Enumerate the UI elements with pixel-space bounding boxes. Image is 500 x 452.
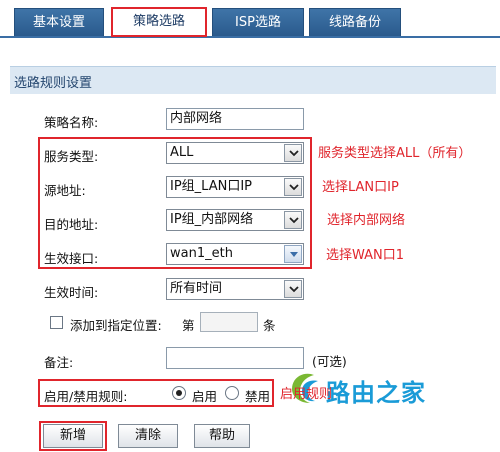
section-header: 选路规则设置	[10, 66, 496, 94]
dst-addr-select[interactable]: IP组_内部网络	[166, 209, 304, 231]
watermark-text: 路由之家	[326, 379, 426, 407]
add-position-input[interactable]	[200, 312, 258, 332]
add-button[interactable]: 新增	[43, 424, 103, 448]
annotation-iface: 选择WAN口1	[326, 248, 405, 263]
src-addr-select[interactable]: IP组_LAN口IP	[166, 176, 304, 198]
service-type-value: ALL	[170, 145, 194, 160]
time-value: 所有时间	[170, 281, 223, 296]
src-addr-value: IP组_LAN口IP	[170, 179, 253, 194]
tab-line-backup[interactable]: 线路备份	[309, 8, 401, 36]
annotation-service: 服务类型选择ALL（所有）	[318, 146, 472, 161]
tab-bar: 基本设置 策略选路 ISP选路 线路备份	[0, 0, 500, 38]
clear-button[interactable]: 清除	[118, 424, 178, 448]
chevron-down-icon	[284, 280, 302, 298]
annotation-src: 选择LAN口IP	[322, 180, 399, 195]
section-title: 选路规则设置	[14, 76, 93, 91]
tab-basic-settings[interactable]: 基本设置	[14, 8, 104, 36]
disable-radio[interactable]	[225, 386, 239, 400]
enable-radio[interactable]	[172, 386, 186, 400]
policy-name-input[interactable]: 内部网络	[166, 108, 304, 130]
remark-label: 备注:	[44, 355, 74, 370]
iface-select[interactable]: wan1_eth	[166, 243, 304, 265]
disable-label: 禁用	[245, 389, 271, 404]
add-position-label: 添加到指定位置:	[70, 318, 162, 333]
tab-isp-routing[interactable]: ISP选路	[212, 8, 304, 36]
chevron-down-icon	[284, 178, 302, 196]
src-addr-label: 源地址:	[44, 183, 86, 198]
tab-policy-routing[interactable]: 策略选路	[111, 7, 207, 37]
policy-name-label: 策略名称:	[44, 115, 99, 130]
chevron-down-icon	[284, 211, 302, 229]
chevron-down-icon	[284, 144, 302, 162]
add-position-suffix: 条	[263, 318, 276, 333]
annotation-dst: 选择内部网络	[327, 213, 406, 228]
help-button[interactable]: 帮助	[194, 424, 250, 448]
iface-value: wan1_eth	[170, 246, 233, 261]
dst-addr-label: 目的地址:	[44, 217, 99, 232]
add-position-checkbox[interactable]	[50, 316, 63, 329]
time-select[interactable]: 所有时间	[166, 278, 304, 300]
enable-label: 启用	[192, 389, 218, 404]
iface-label: 生效接口:	[44, 251, 99, 266]
time-label: 生效时间:	[44, 285, 99, 300]
rule-toggle-label: 启用/禁用规则:	[44, 389, 128, 404]
dst-addr-value: IP组_内部网络	[170, 212, 254, 227]
chevron-down-icon	[284, 245, 302, 263]
service-type-label: 服务类型:	[44, 149, 99, 164]
annotation-rule: 启用规则	[280, 387, 333, 402]
service-type-select[interactable]: ALL	[166, 142, 304, 164]
add-position-prefix: 第	[182, 318, 195, 333]
